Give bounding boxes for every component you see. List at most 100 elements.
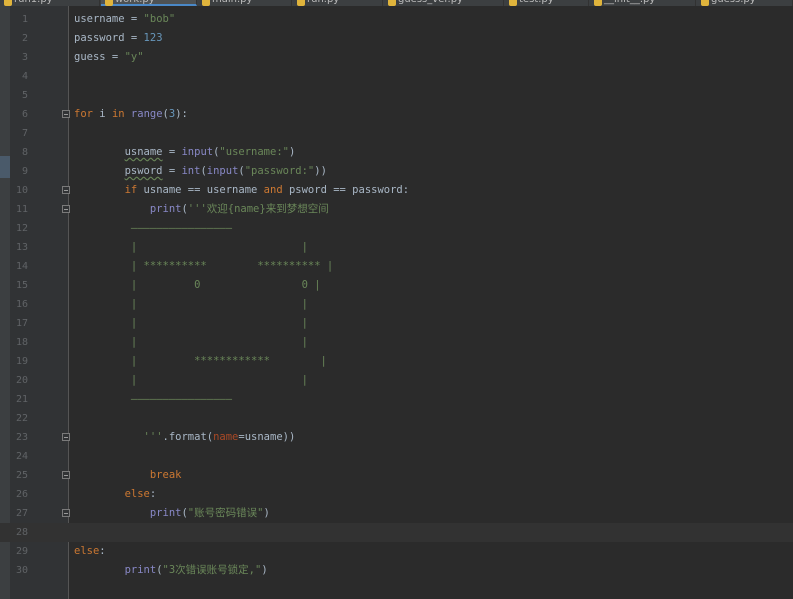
- code-token: | ********** ********** |: [74, 260, 334, 272]
- code-token: ):: [175, 108, 188, 120]
- code-token: )): [314, 165, 327, 177]
- code-line[interactable]: 11 print('''欢迎{name}来到梦想空间: [0, 200, 793, 219]
- line-number: 23: [15, 432, 28, 443]
- code-line[interactable]: 10 if usname == username and psword == p…: [0, 181, 793, 200]
- editor-tab[interactable]: run.py: [293, 0, 383, 6]
- editor-tab[interactable]: guess_ver.py: [384, 0, 504, 6]
- code-token: | |: [74, 317, 308, 329]
- code-token: | 0 0 |: [74, 279, 321, 291]
- code-text: else:: [74, 485, 157, 504]
- code-token: in: [111, 108, 125, 120]
- code-line[interactable]: 8 usname = input("username:"): [0, 143, 793, 162]
- code-text: print("账号密码错误"): [74, 504, 270, 523]
- code-token: 123: [143, 32, 163, 44]
- code-line[interactable]: 27 print("账号密码错误"): [0, 504, 793, 523]
- fold-toggle-icon[interactable]: [62, 205, 70, 213]
- code-token: usname: [124, 146, 163, 158]
- code-line[interactable]: 2 password = 123: [0, 29, 793, 48]
- code-text: ————————————————: [74, 219, 232, 238]
- code-token: and: [263, 184, 283, 196]
- line-number: 10: [15, 185, 28, 196]
- fold-toggle-icon[interactable]: [62, 433, 70, 441]
- line-number: 18: [15, 337, 28, 348]
- code-line[interactable]: 24: [0, 447, 793, 466]
- code-token: | |: [74, 241, 308, 253]
- code-token: ): [263, 507, 270, 519]
- code-line[interactable]: 13 | |: [0, 238, 793, 257]
- code-text: psword = int(input("password:")): [74, 162, 327, 181]
- code-line[interactable]: 28: [0, 523, 793, 542]
- code-token: "bob": [143, 13, 176, 25]
- line-number: 6: [21, 109, 28, 120]
- line-number: 27: [15, 508, 28, 519]
- editor-tab[interactable]: work.py: [101, 0, 197, 6]
- editor-tab[interactable]: guess.py: [697, 0, 793, 6]
- code-line[interactable]: 16 | |: [0, 295, 793, 314]
- code-token: psword == password:: [282, 184, 410, 196]
- code-text: | |: [74, 371, 308, 390]
- editor-tab[interactable]: __init__.py: [590, 0, 696, 6]
- editor-tab[interactable]: test.py: [505, 0, 589, 6]
- code-line[interactable]: 30 print("3次错误账号锁定,"): [0, 561, 793, 580]
- code-token: print: [149, 507, 182, 519]
- code-line[interactable]: 20 | |: [0, 371, 793, 390]
- code-line[interactable]: 19 | ************ |: [0, 352, 793, 371]
- code-token: ————————————————: [74, 222, 233, 234]
- code-token: :: [99, 545, 106, 557]
- code-line[interactable]: 18 | |: [0, 333, 793, 352]
- code-line[interactable]: 6 for i in range(3):: [0, 105, 793, 124]
- code-token: i: [92, 108, 112, 120]
- code-line[interactable]: 9 psword = int(input("password:")): [0, 162, 793, 181]
- editor-tab-label: run.py: [307, 0, 339, 5]
- fold-toggle-icon[interactable]: [62, 110, 70, 118]
- line-number: 15: [15, 280, 28, 291]
- code-text: username = "bob": [74, 10, 175, 29]
- code-token: input: [206, 165, 239, 177]
- line-number: 8: [21, 147, 28, 158]
- editor-tab-label: guess.py: [711, 0, 756, 5]
- code-line[interactable]: 29 else:: [0, 542, 793, 561]
- code-line[interactable]: 23 '''.format(name=usname)): [0, 428, 793, 447]
- code-token: username =: [74, 13, 144, 25]
- code-token: psword: [124, 165, 163, 177]
- code-line[interactable]: 12 ————————————————: [0, 219, 793, 238]
- python-file-icon: [509, 0, 517, 6]
- code-token: for: [74, 108, 93, 120]
- fold-toggle-icon[interactable]: [62, 509, 70, 517]
- code-text: '''.format(name=usname)): [74, 428, 296, 447]
- code-token: | |: [74, 298, 308, 310]
- code-line[interactable]: 26 else:: [0, 485, 793, 504]
- code-token: usname == username: [137, 184, 264, 196]
- code-line[interactable]: 17 | |: [0, 314, 793, 333]
- code-line[interactable]: 15 | 0 0 |: [0, 276, 793, 295]
- code-line[interactable]: 25 break: [0, 466, 793, 485]
- code-token: =usname)): [238, 431, 296, 443]
- editor-tab[interactable]: main.py: [198, 0, 292, 6]
- line-number: 3: [21, 52, 28, 63]
- python-file-icon: [388, 0, 396, 6]
- editor-tab-label: main.py: [212, 0, 252, 5]
- code-line[interactable]: 3 guess = "y": [0, 48, 793, 67]
- fold-toggle-icon[interactable]: [62, 471, 70, 479]
- code-line[interactable]: 14 | ********** ********** |: [0, 257, 793, 276]
- code-text: | |: [74, 295, 308, 314]
- code-line[interactable]: 4: [0, 67, 793, 86]
- python-file-icon: [105, 0, 113, 6]
- code-line[interactable]: 1 username = "bob": [0, 10, 793, 29]
- code-line[interactable]: 7: [0, 124, 793, 143]
- code-token: "username:": [219, 146, 289, 158]
- editor-tab-label: test.py: [519, 0, 554, 5]
- fold-toggle-icon[interactable]: [62, 186, 70, 194]
- editor-tab-label: guess_ver.py: [398, 0, 463, 5]
- code-line[interactable]: 5: [0, 86, 793, 105]
- code-line[interactable]: 21 ————————————————: [0, 390, 793, 409]
- code-line[interactable]: 22: [0, 409, 793, 428]
- line-number: 28: [15, 527, 28, 538]
- line-number: 19: [15, 356, 28, 367]
- line-number: 2: [21, 33, 28, 44]
- code-token: password =: [74, 32, 144, 44]
